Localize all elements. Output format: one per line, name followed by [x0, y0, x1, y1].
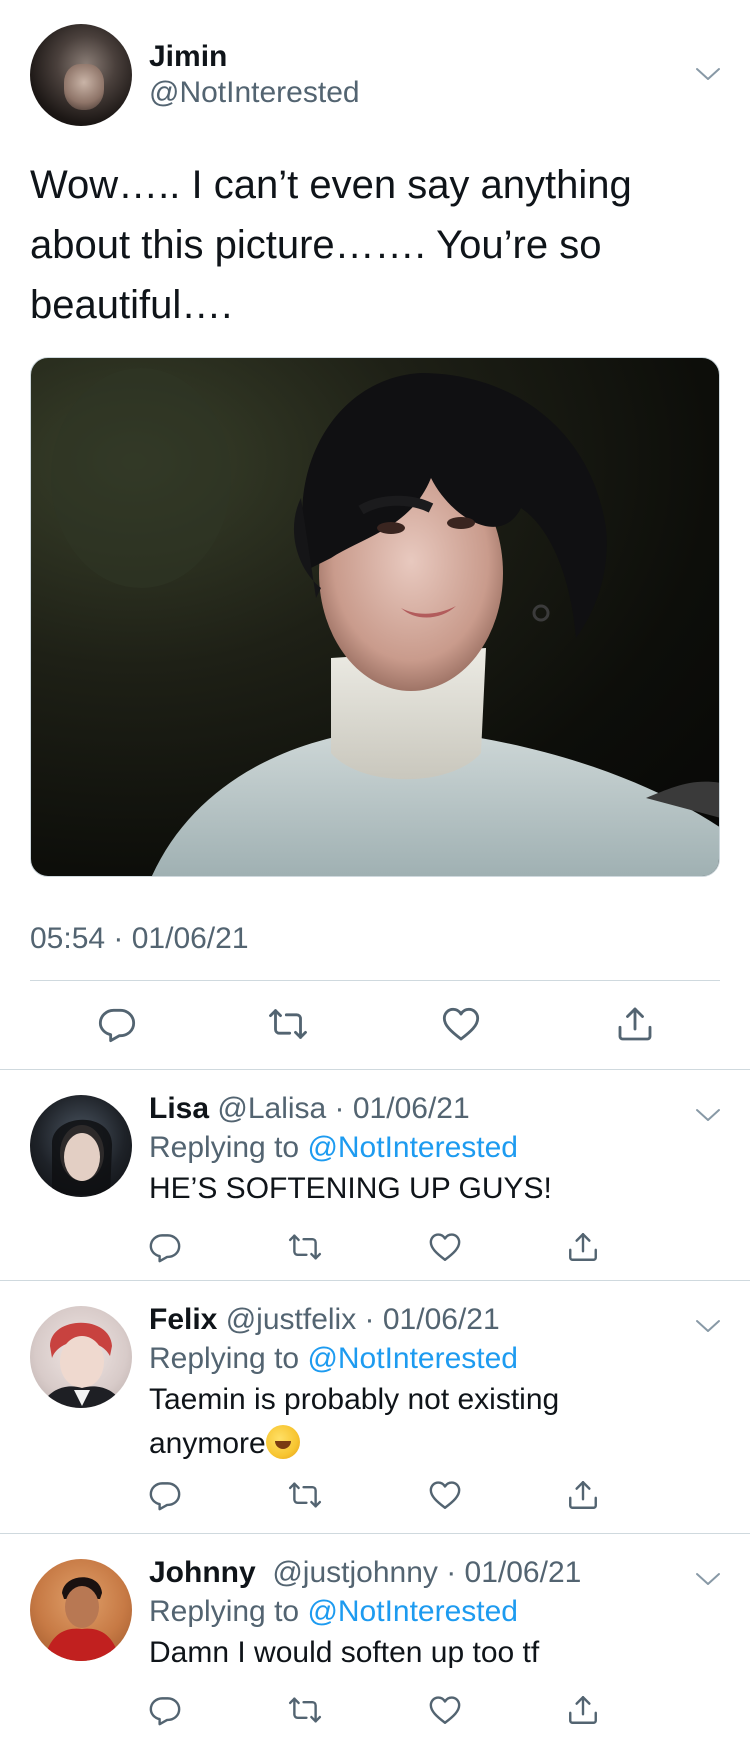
replying-to: Replying to @NotInterested: [149, 1342, 518, 1376]
author-handle-date[interactable]: @justfelix · 01/06/21: [226, 1303, 500, 1336]
share-icon[interactable]: [566, 1478, 600, 1512]
retweet-icon[interactable]: [288, 1478, 322, 1512]
avatar-portrait: [44, 1577, 120, 1661]
author-handle[interactable]: @NotInterested: [149, 76, 360, 110]
tweet-image[interactable]: [30, 357, 720, 877]
avatar[interactable]: [30, 1559, 132, 1661]
reply-text-line: anymore: [149, 1422, 709, 1466]
reply-header: Felix @justfelix · 01/06/21: [149, 1303, 500, 1337]
reply-text-line: Taemin is probably not existing: [149, 1383, 560, 1416]
replying-label: Replying to: [149, 1342, 300, 1375]
heart-icon[interactable]: [441, 1004, 481, 1044]
chevron-down-icon[interactable]: [694, 1316, 722, 1336]
portrait-image: [51, 368, 719, 876]
reply-text: HE’S SOFTENING UP GUYS!: [149, 1172, 552, 1205]
reply-text: Damn I would soften up too tf: [149, 1636, 540, 1669]
avatar-portrait: [51, 1119, 113, 1195]
replying-label: Replying to: [149, 1131, 300, 1164]
retweet-icon[interactable]: [268, 1004, 308, 1044]
author-name[interactable]: Lisa: [149, 1092, 209, 1125]
divider: [30, 980, 720, 981]
tweet-text: Wow….. I can’t even say anything about t…: [30, 163, 632, 327]
avatar[interactable]: [30, 1095, 132, 1197]
chevron-down-icon[interactable]: [694, 64, 722, 84]
reply-icon[interactable]: [148, 1230, 182, 1264]
author-handle-date[interactable]: @Lalisa · 01/06/21: [217, 1092, 469, 1125]
reply-icon[interactable]: [148, 1693, 182, 1727]
retweet-icon[interactable]: [288, 1230, 322, 1264]
reply-tweet[interactable]: Johnny @justjohnny · 01/06/21 Replying t…: [0, 1533, 750, 1746]
avatar[interactable]: [30, 24, 132, 126]
heart-icon[interactable]: [428, 1693, 462, 1727]
replying-label: Replying to: [149, 1595, 300, 1628]
author-name[interactable]: Felix: [149, 1303, 217, 1336]
reply-text-word: anymore: [149, 1427, 266, 1460]
replying-to: Replying to @NotInterested: [149, 1595, 518, 1629]
reply-text: Taemin is probably not existing anymore: [149, 1378, 709, 1466]
rofl-emoji-icon: [265, 1425, 300, 1459]
reply-icon[interactable]: [97, 1004, 137, 1044]
retweet-icon[interactable]: [288, 1693, 322, 1727]
reply-header: Lisa @Lalisa · 01/06/21: [149, 1092, 470, 1126]
heart-icon[interactable]: [428, 1478, 462, 1512]
avatar-hand: [64, 64, 104, 110]
share-icon[interactable]: [566, 1693, 600, 1727]
author-name[interactable]: Johnny: [149, 1556, 256, 1589]
reply-icon[interactable]: [148, 1478, 182, 1512]
chevron-down-icon[interactable]: [694, 1569, 722, 1589]
mention-link[interactable]: @NotInterested: [307, 1131, 518, 1164]
heart-icon[interactable]: [428, 1230, 462, 1264]
share-icon[interactable]: [615, 1004, 655, 1044]
mention-link[interactable]: @NotInterested: [307, 1595, 518, 1628]
reply-header: Johnny @justjohnny · 01/06/21: [149, 1556, 581, 1590]
mention-link[interactable]: @NotInterested: [307, 1342, 518, 1375]
author-name[interactable]: Jimin: [149, 40, 227, 74]
replying-to: Replying to @NotInterested: [149, 1131, 518, 1165]
author-handle-date[interactable]: @justjohnny · 01/06/21: [272, 1556, 581, 1589]
chevron-down-icon[interactable]: [694, 1105, 722, 1125]
reply-tweet[interactable]: Felix @justfelix · 01/06/21 Replying to …: [0, 1280, 750, 1533]
avatar-portrait: [40, 1322, 124, 1408]
share-icon[interactable]: [566, 1230, 600, 1264]
avatar[interactable]: [30, 1306, 132, 1408]
reply-tweet[interactable]: Lisa @Lalisa · 01/06/21 Replying to @Not…: [0, 1069, 750, 1280]
timestamp: 05:54 · 01/06/21: [30, 922, 249, 955]
